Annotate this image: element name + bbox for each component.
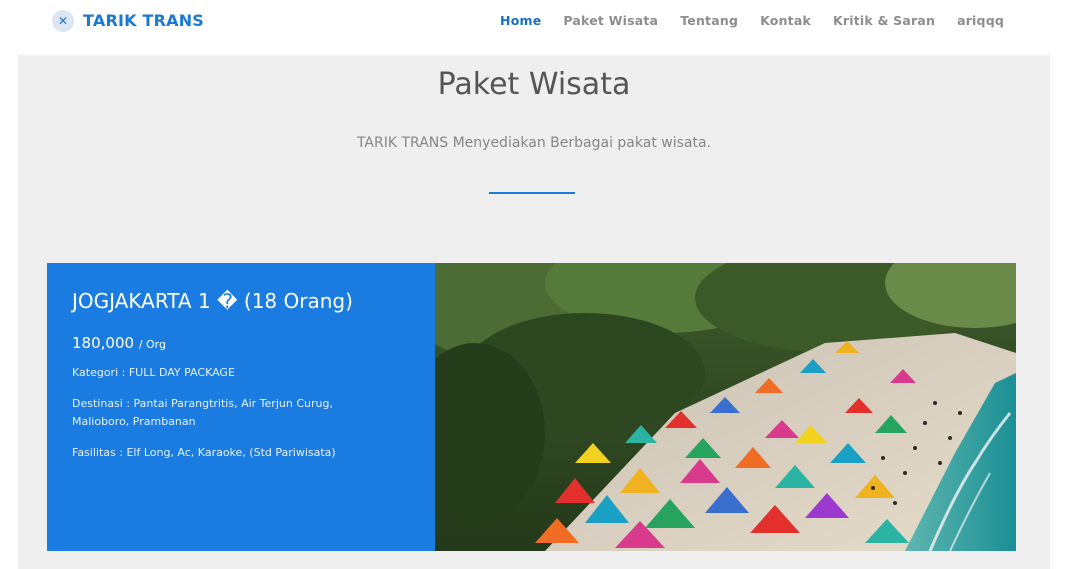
navbar: ✕ TARIK TRANS Home Paket Wisata Tentang … — [0, 0, 1068, 52]
package-card[interactable]: JOGJAKARTA 1 � (18 Orang) 180,000 / Org … — [47, 263, 1016, 551]
nav-item-kontak[interactable]: Kontak — [760, 13, 811, 28]
package-photo — [435, 263, 1016, 551]
page-title: Paket Wisata — [437, 67, 631, 102]
close-icon: ✕ — [52, 10, 74, 32]
nav-item-home[interactable]: Home — [500, 13, 541, 28]
nav-item-user[interactable]: ariqqq — [957, 13, 1004, 28]
price-unit: / Org — [138, 338, 166, 351]
nav-item-paket-wisata[interactable]: Paket Wisata — [563, 13, 658, 28]
package-facilities: Fasilitas : Elf Long, Ac, Karaoke, (Std … — [72, 446, 336, 459]
brand-link[interactable]: ✕ TARIK TRANS — [52, 8, 204, 32]
nav-item-kritik-saran[interactable]: Kritik & Saran — [833, 13, 935, 28]
nav-item-tentang[interactable]: Tentang — [680, 13, 738, 28]
package-title: JOGJAKARTA 1 � (18 Orang) — [72, 289, 353, 313]
package-category: Kategori : FULL DAY PACKAGE — [72, 366, 235, 379]
package-price: 180,000 / Org — [72, 334, 435, 352]
package-destinations: Destinasi : Pantai Parangtritis, Air Ter… — [72, 397, 333, 428]
price-value: 180,000 — [72, 334, 135, 352]
paket-wisata-section: Paket Wisata TARIK TRANS Menyediakan Ber… — [18, 55, 1050, 569]
brand-name: TARIK TRANS — [83, 10, 205, 30]
page-subtitle: TARIK TRANS Menyediakan Berbagai pakat w… — [356, 135, 712, 151]
beach-camping-image — [435, 263, 1016, 551]
title-divider — [489, 192, 575, 194]
main-nav: Home Paket Wisata Tentang Kontak Kritik … — [478, 13, 1004, 28]
package-info: JOGJAKARTA 1 � (18 Orang) 180,000 / Org … — [47, 263, 435, 551]
